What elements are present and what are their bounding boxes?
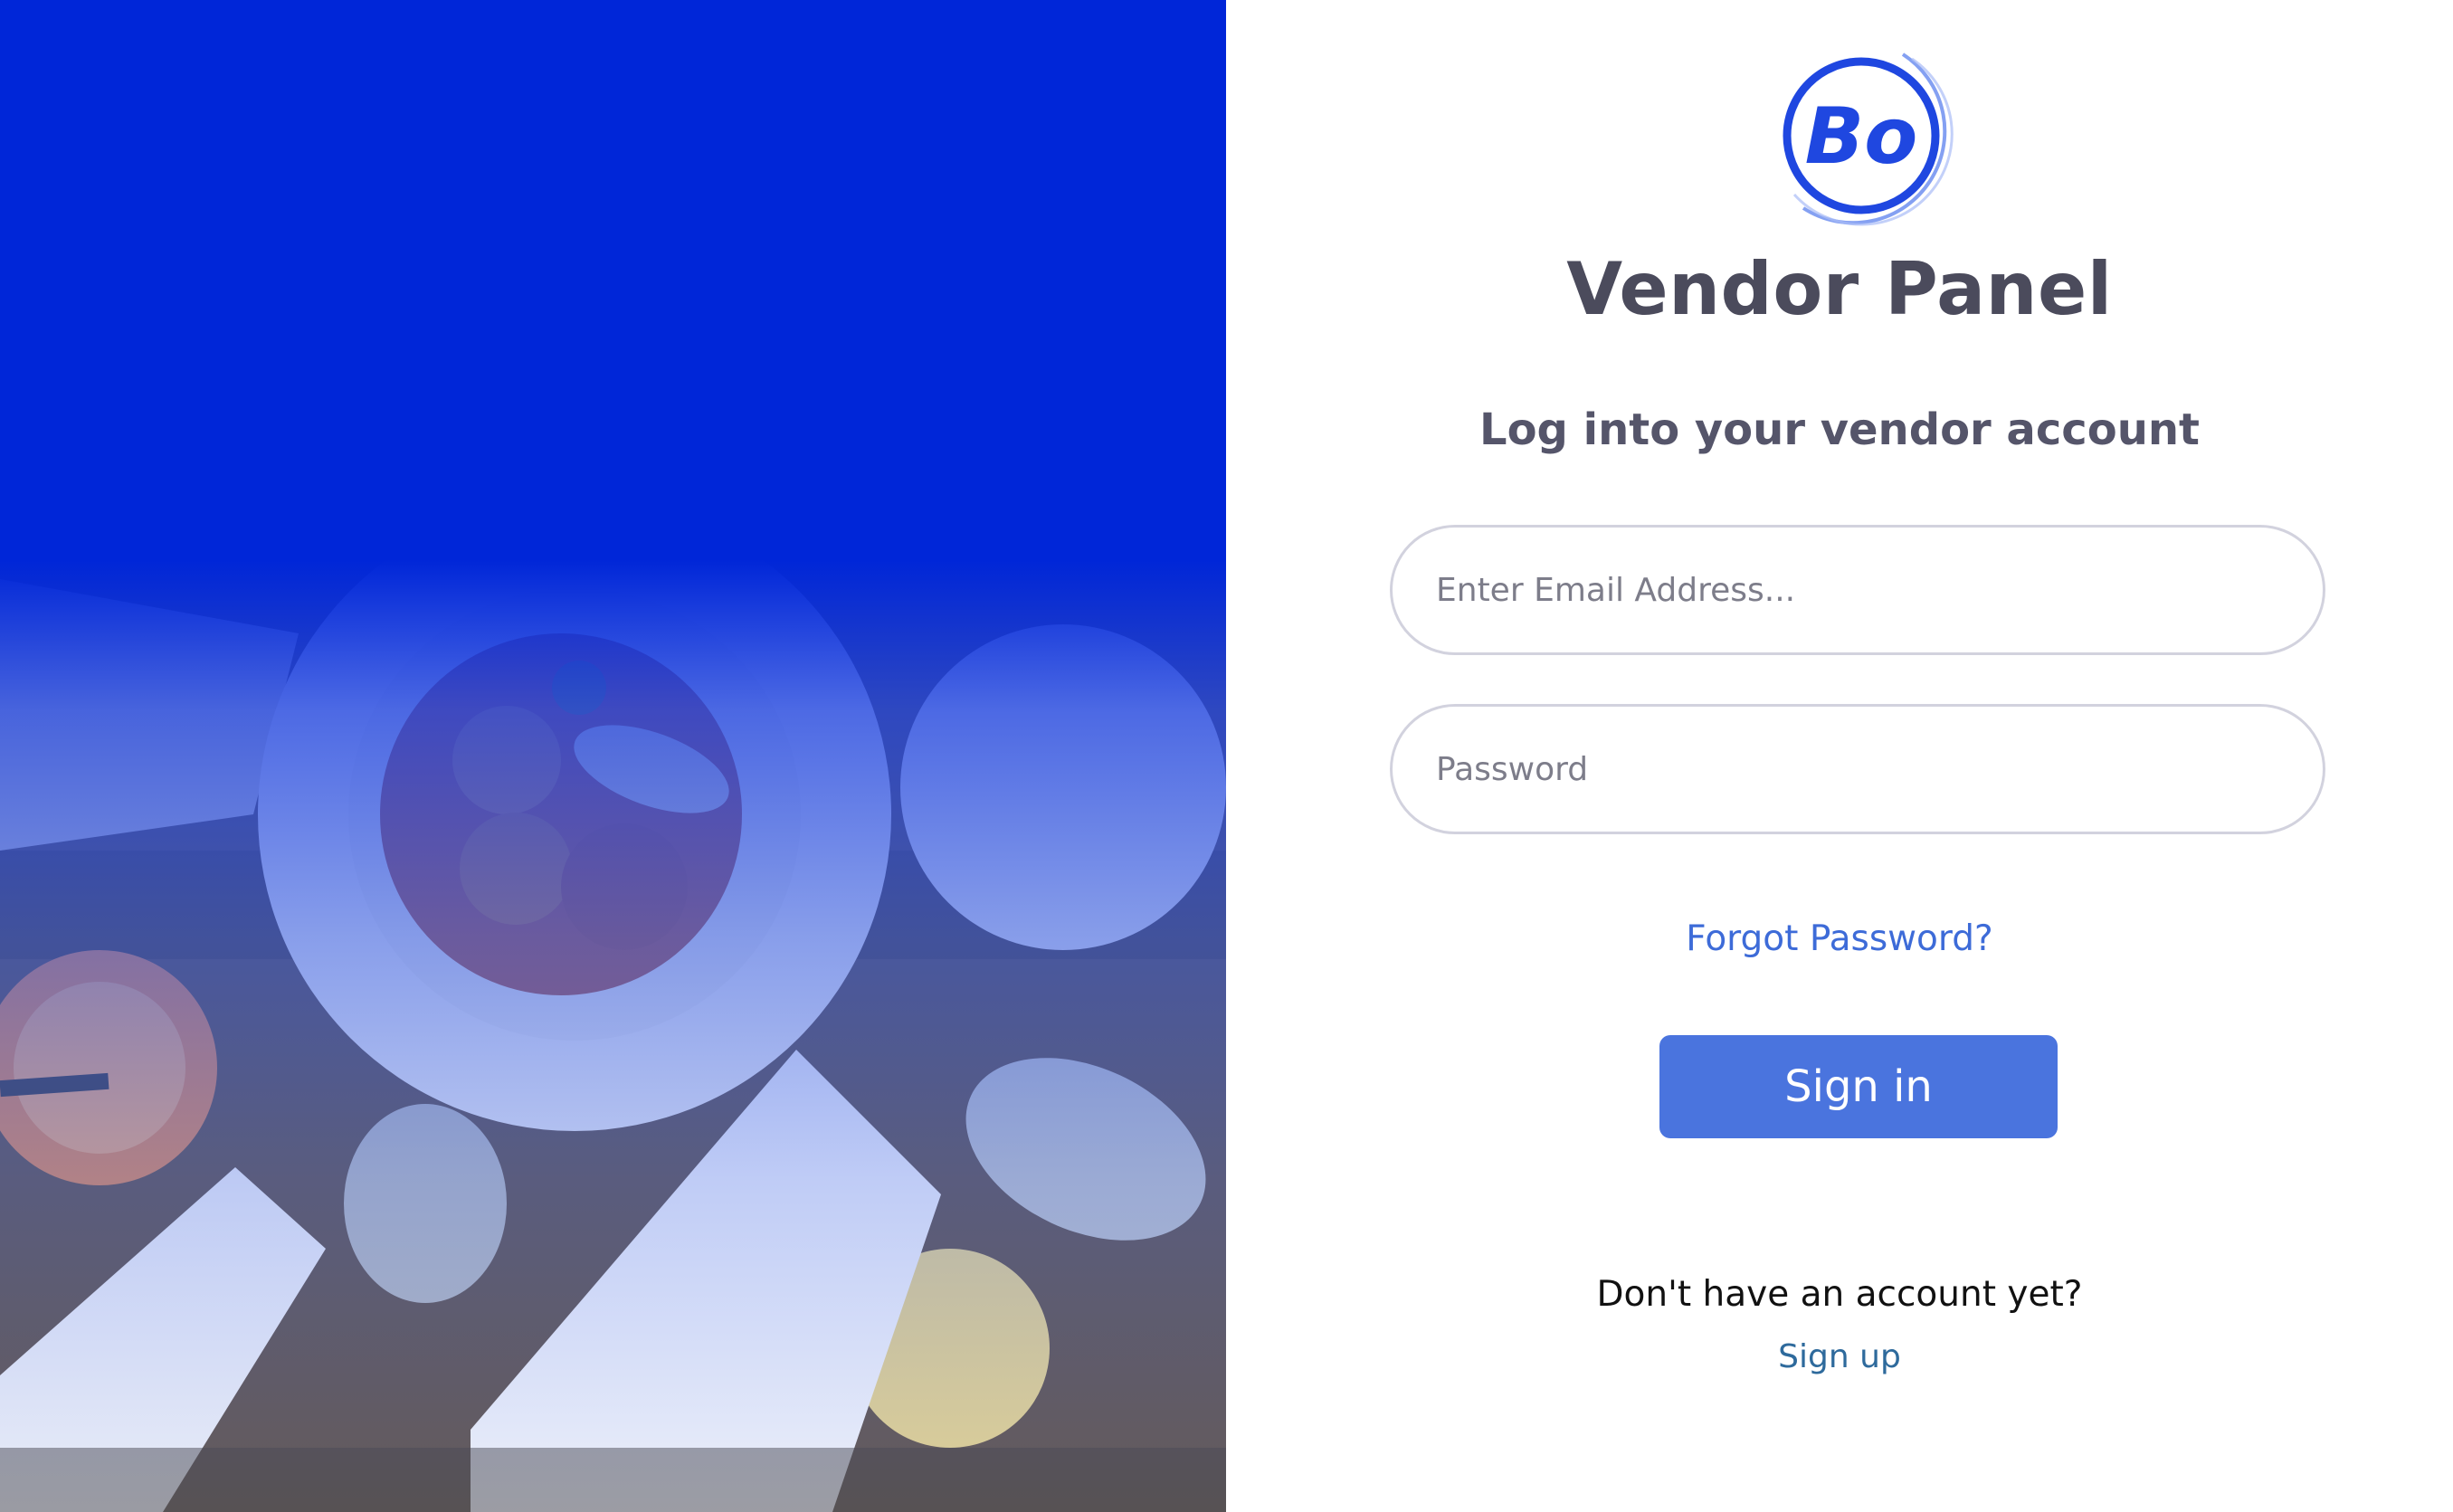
no-account-text: Don't have an account yet? — [1596, 1274, 2083, 1315]
brand-logo-icon: Bo — [1783, 52, 1954, 226]
hero-blue-overlay — [0, 0, 1226, 1512]
login-page: Bo Vendor Panel Log into your vendor acc… — [0, 0, 2453, 1512]
sign-up-link[interactable]: Sign up — [1226, 1334, 2453, 1381]
logo-text: Bo — [1805, 91, 1918, 182]
email-input[interactable] — [1390, 525, 2325, 655]
page-subtitle: Log into your vendor account — [1478, 404, 2200, 455]
forgot-password-link[interactable]: Forgot Password? — [1226, 914, 2453, 965]
sign-in-button[interactable]: Sign in — [1659, 1035, 2058, 1138]
hero-image — [0, 0, 1226, 1512]
page-title: Vendor Panel — [1566, 247, 2113, 331]
password-input[interactable] — [1390, 704, 2325, 834]
